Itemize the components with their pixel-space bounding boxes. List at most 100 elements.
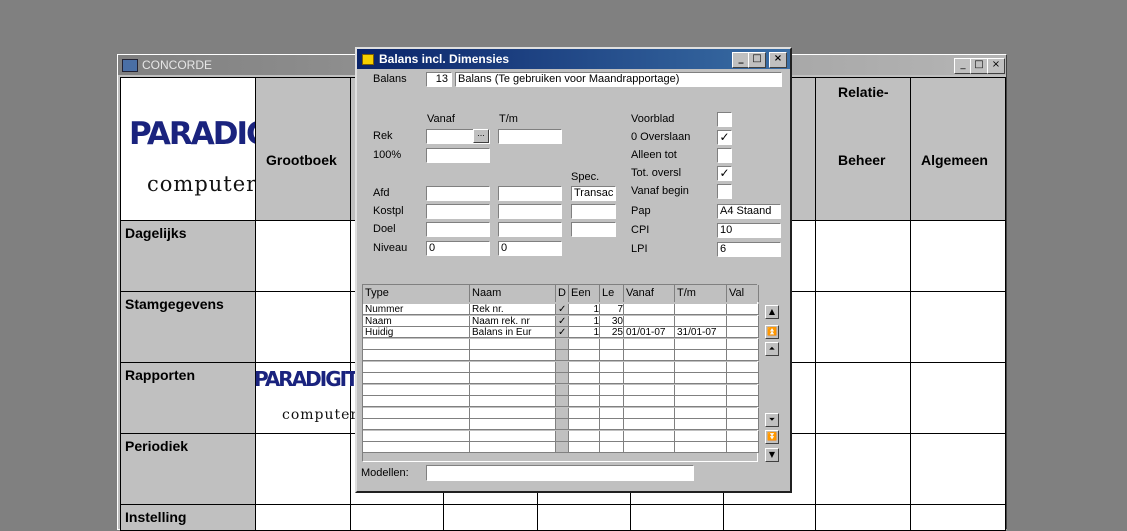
- grid-row[interactable]: [363, 442, 759, 453]
- grid-cell[interactable]: [556, 338, 569, 350]
- grid-cell[interactable]: [727, 384, 759, 396]
- grid-cell[interactable]: [675, 315, 727, 327]
- menu-cell[interactable]: [910, 433, 1006, 505]
- grid-cell[interactable]: [675, 396, 727, 407]
- grid-cell[interactable]: 25: [600, 327, 624, 338]
- grid-cell[interactable]: 7: [600, 304, 624, 315]
- grid-row[interactable]: [363, 338, 759, 350]
- grid-cell[interactable]: [363, 396, 470, 407]
- grid-cell[interactable]: [600, 396, 624, 407]
- grid-cell[interactable]: [569, 442, 600, 453]
- grid-cell[interactable]: [675, 419, 727, 430]
- grid-cell[interactable]: 1: [569, 327, 600, 338]
- grid-cell[interactable]: [624, 338, 675, 350]
- menu-cell[interactable]: [910, 504, 1006, 531]
- grid-cell[interactable]: [727, 338, 759, 350]
- grid-header-type[interactable]: Type: [363, 285, 470, 302]
- spec-field[interactable]: Transac: [571, 186, 616, 201]
- grid-cell[interactable]: Rek nr.: [470, 304, 556, 315]
- grid-cell[interactable]: [624, 419, 675, 430]
- grid-cell[interactable]: [556, 361, 569, 373]
- scroll-up-icon[interactable]: ▲: [765, 305, 779, 319]
- grid-cell[interactable]: [624, 350, 675, 361]
- grid-cell[interactable]: [624, 361, 675, 373]
- menu-cell[interactable]: [255, 291, 351, 363]
- grid-cell[interactable]: [556, 384, 569, 396]
- menu-cell[interactable]: [910, 220, 1006, 292]
- grid-row[interactable]: [363, 350, 759, 361]
- grid-cell[interactable]: [675, 361, 727, 373]
- grid-cell[interactable]: [556, 442, 569, 453]
- grid-cell[interactable]: [569, 384, 600, 396]
- grid-cell[interactable]: Balans in Eur: [470, 327, 556, 338]
- grid-cell[interactable]: [569, 350, 600, 361]
- dialog-maximize-button[interactable]: □: [748, 52, 766, 68]
- tot-oversl-checkbox[interactable]: ✓: [717, 166, 732, 181]
- grid-cell[interactable]: [569, 373, 600, 384]
- grid-cell[interactable]: [363, 430, 470, 442]
- grid-cell[interactable]: ✓: [556, 315, 569, 327]
- grid-cell[interactable]: [363, 407, 470, 419]
- grid-cell[interactable]: ✓: [556, 327, 569, 338]
- grid-cell[interactable]: [556, 350, 569, 361]
- grid-cell[interactable]: [675, 442, 727, 453]
- grid-cell[interactable]: [363, 338, 470, 350]
- doel-to-field[interactable]: [498, 222, 562, 237]
- grid-cell[interactable]: [556, 373, 569, 384]
- grid-cell[interactable]: [470, 407, 556, 419]
- grid-cell[interactable]: [675, 338, 727, 350]
- percent-field[interactable]: [426, 148, 490, 163]
- niveau-to-field[interactable]: 0: [498, 241, 562, 256]
- grid-cell[interactable]: [569, 407, 600, 419]
- menu-cell[interactable]: [350, 504, 444, 531]
- grid-cell[interactable]: [727, 373, 759, 384]
- doel-spec-field[interactable]: [571, 222, 616, 237]
- menu-cell[interactable]: [255, 220, 351, 292]
- grid-cell[interactable]: [470, 442, 556, 453]
- grid-cell[interactable]: [556, 430, 569, 442]
- grid-cell[interactable]: [556, 407, 569, 419]
- menu-cell[interactable]: [255, 433, 351, 505]
- grid-cell[interactable]: [363, 419, 470, 430]
- scroll-page-down-icon[interactable]: ⏬: [765, 430, 779, 444]
- grid-cell[interactable]: [363, 361, 470, 373]
- grid-cell[interactable]: [624, 430, 675, 442]
- cpi-field[interactable]: 10: [717, 223, 781, 238]
- grid-cell[interactable]: [727, 419, 759, 430]
- doel-from-field[interactable]: [426, 222, 490, 237]
- grid-cell[interactable]: [727, 350, 759, 361]
- grid-cell[interactable]: [556, 419, 569, 430]
- vanaf-begin-checkbox[interactable]: [717, 184, 732, 199]
- grid-cell[interactable]: 30: [600, 315, 624, 327]
- row-periodiek[interactable]: Periodiek: [120, 433, 256, 505]
- grid-cell[interactable]: [727, 430, 759, 442]
- menu-cell[interactable]: [255, 504, 351, 531]
- grid-row[interactable]: [363, 384, 759, 396]
- grid-cell[interactable]: Nummer: [363, 304, 470, 315]
- grid-cell[interactable]: [624, 373, 675, 384]
- grid-cell[interactable]: [470, 373, 556, 384]
- menu-cell[interactable]: [815, 362, 911, 434]
- menu-cell[interactable]: [630, 504, 724, 531]
- close-button[interactable]: ×: [987, 58, 1005, 74]
- menu-cell[interactable]: [537, 504, 631, 531]
- grid-header-vanaf[interactable]: Vanaf: [624, 285, 675, 302]
- row-dagelijks[interactable]: Dagelijks: [120, 220, 256, 292]
- grid-cell[interactable]: [727, 304, 759, 315]
- grid-cell[interactable]: [675, 407, 727, 419]
- grid-header-tm[interactable]: T/m: [675, 285, 727, 302]
- menu-cell[interactable]: [910, 362, 1006, 434]
- row-rapporten[interactable]: Rapporten: [120, 362, 256, 434]
- grid-row[interactable]: Huidig Balans in Eur ✓ 1 25 01/01-07 31/01-07: [363, 327, 759, 338]
- header-grootboek[interactable]: Grootboek: [255, 77, 351, 221]
- dialog-close-button[interactable]: ×: [769, 52, 787, 68]
- grid-cell[interactable]: Naam rek. nr: [470, 315, 556, 327]
- grid-cell[interactable]: 01/01-07: [624, 327, 675, 338]
- scroll-bottom-icon[interactable]: ⏷: [765, 413, 779, 427]
- menu-cell[interactable]: [910, 291, 1006, 363]
- kostpl-from-field[interactable]: [426, 204, 490, 219]
- grid-cell[interactable]: [600, 338, 624, 350]
- grid-cell[interactable]: [727, 361, 759, 373]
- grid-cell[interactable]: [727, 315, 759, 327]
- grid-cell[interactable]: [470, 350, 556, 361]
